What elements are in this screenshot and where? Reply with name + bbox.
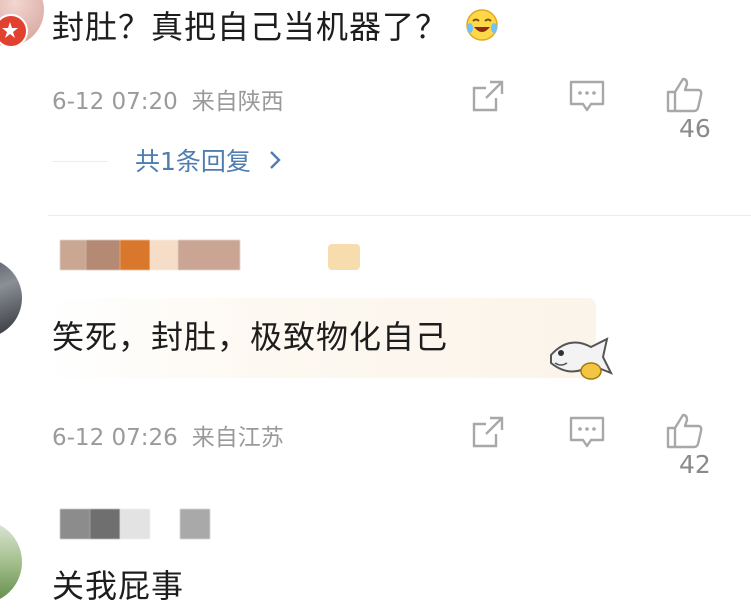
comment-icon <box>569 416 605 448</box>
reply-indent-line <box>52 161 108 162</box>
comment-meta: 6-12 07:20 来自陕西 <box>52 82 284 116</box>
share-icon <box>472 416 504 448</box>
comment-text-content: 封肚？真把自己当机器了？ <box>52 8 449 46</box>
like-count: 42 <box>679 450 711 479</box>
replies-label: 共1条回复 <box>135 147 251 176</box>
commenter-avatar[interactable] <box>0 520 22 604</box>
comment-meta: 6-12 07:26 来自江苏 <box>52 418 284 452</box>
username-redacted[interactable] <box>60 509 212 539</box>
share-button[interactable] <box>470 78 506 118</box>
comment-divider <box>48 215 751 216</box>
comment-text: 封肚？真把自己当机器了？ <box>52 2 499 50</box>
comment-text-content: 关我屁事 <box>52 567 185 605</box>
commenter-avatar[interactable] <box>0 258 22 338</box>
comment-location: 来自陕西 <box>191 89 284 115</box>
thumbs-up-icon <box>666 77 703 113</box>
level-badge-icon <box>328 244 360 270</box>
thumbs-up-icon <box>666 413 703 449</box>
comment-text: 笑死，封肚，极致物化自己 <box>52 312 448 358</box>
reply-button[interactable] <box>568 78 606 118</box>
chevron-right-icon <box>269 147 281 176</box>
comment-time: 6-12 07:26 <box>52 425 178 451</box>
comment-text-content: 笑死，封肚，极致物化自己 <box>52 318 449 356</box>
username-redacted[interactable] <box>60 240 240 270</box>
reply-button[interactable] <box>568 414 606 454</box>
like-count: 46 <box>679 114 711 143</box>
comment-time: 6-12 07:20 <box>52 89 178 115</box>
view-replies-link[interactable]: 共1条回复 <box>135 142 281 178</box>
comment-text: 关我屁事 <box>52 561 184 607</box>
like-button[interactable]: 42 <box>665 412 751 479</box>
share-button[interactable] <box>470 414 506 454</box>
comment-icon <box>569 80 605 112</box>
share-icon <box>472 80 504 112</box>
like-button[interactable]: 46 <box>665 76 751 143</box>
verified-badge-icon <box>0 14 28 48</box>
fish-sticker-icon <box>545 333 617 387</box>
laugh-cry-emoji-icon <box>465 8 499 50</box>
comment-location: 来自江苏 <box>191 425 284 451</box>
